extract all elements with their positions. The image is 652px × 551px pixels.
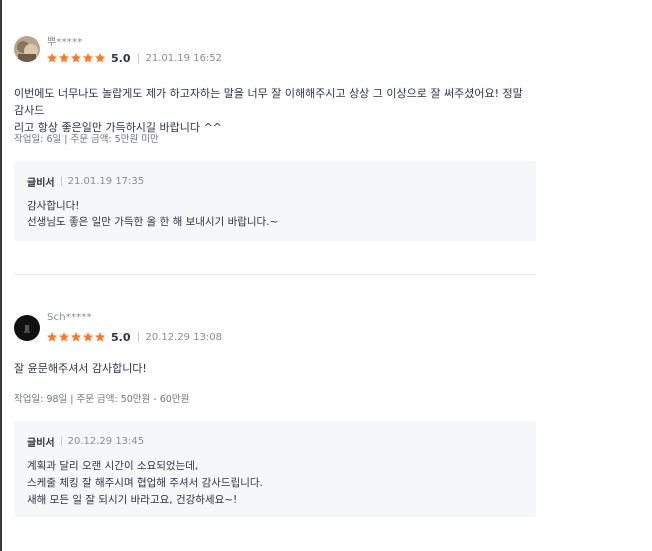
separator	[137, 332, 139, 342]
star-icon	[59, 332, 69, 342]
reviewer-name: Sch*****	[47, 312, 92, 323]
reply-header: 글비서 20.12.29 13:45	[27, 434, 144, 449]
review-text: 잘 윤문해주셔서 감사합니다!	[14, 362, 147, 375]
reply-author: 글비서	[27, 178, 55, 189]
star-icon	[47, 53, 57, 63]
separator	[60, 177, 62, 186]
star-icon	[95, 53, 105, 63]
star-rating	[46, 331, 106, 343]
separator	[60, 437, 62, 446]
star-rating	[46, 52, 106, 64]
review-meta: 작업일: 98일 | 주문 금액: 50만원 - 60만원	[14, 394, 190, 405]
review-item: 뿌***** 5.0 21.01.19 16:52 이번에도 너무나도 놀랍게도…	[14, 34, 536, 241]
avatar	[14, 315, 40, 341]
seller-reply: 글비서 20.12.29 13:45 계획과 달리 오랜 시간이 소요되었는데,…	[14, 421, 536, 517]
reviewer-name: 뿌*****	[47, 37, 83, 48]
review-divider	[14, 274, 536, 275]
separator	[137, 53, 139, 63]
star-icon	[59, 53, 69, 63]
reply-header: 글비서 21.01.19 17:35	[27, 174, 144, 189]
review-header: Sch***** 5.0 20.12.29 13:08	[14, 312, 536, 347]
star-icon	[71, 332, 81, 342]
star-icon	[71, 53, 81, 63]
reply-text: 감사합니다! 선생님도 좋은 일만 가득한 올 한 해 보내시기 바랍니다.~	[27, 200, 279, 228]
star-icon	[83, 332, 93, 342]
review-meta: 작업일: 6일 | 주문 금액: 5만원 미만	[14, 134, 159, 145]
reply-author: 글비서	[27, 438, 55, 449]
rating-row: 5.0 21.01.19 16:52	[46, 51, 222, 65]
reply-text: 계획과 달리 오랜 시간이 소요되었는데, 스케줄 체킹 잘 해주시며 협업해 …	[27, 460, 263, 506]
seller-reply: 글비서 21.01.19 17:35 감사합니다! 선생님도 좋은 일만 가득한…	[14, 161, 536, 241]
star-icon	[95, 332, 105, 342]
rating-row: 5.0 20.12.29 13:08	[46, 330, 222, 344]
review-header: 뿌***** 5.0 21.01.19 16:52	[14, 34, 536, 68]
window-left-edge	[0, 0, 2, 551]
rating-score: 5.0	[111, 51, 131, 65]
avatar	[14, 36, 40, 62]
review-date: 20.12.29 13:08	[145, 331, 223, 343]
reply-date: 21.01.19 17:35	[67, 176, 145, 187]
reply-date: 20.12.29 13:45	[67, 436, 145, 447]
star-icon	[83, 53, 93, 63]
review-date: 21.01.19 16:52	[145, 52, 223, 64]
star-icon	[47, 332, 57, 342]
review-text: 이번에도 너무나도 놀랍게도 제가 하고자하는 말을 너무 잘 이해해주시고 상…	[14, 87, 523, 134]
rating-score: 5.0	[111, 330, 131, 344]
review-item: Sch***** 5.0 20.12.29 13:08 잘 윤문해주셔서 감사합…	[14, 312, 536, 517]
